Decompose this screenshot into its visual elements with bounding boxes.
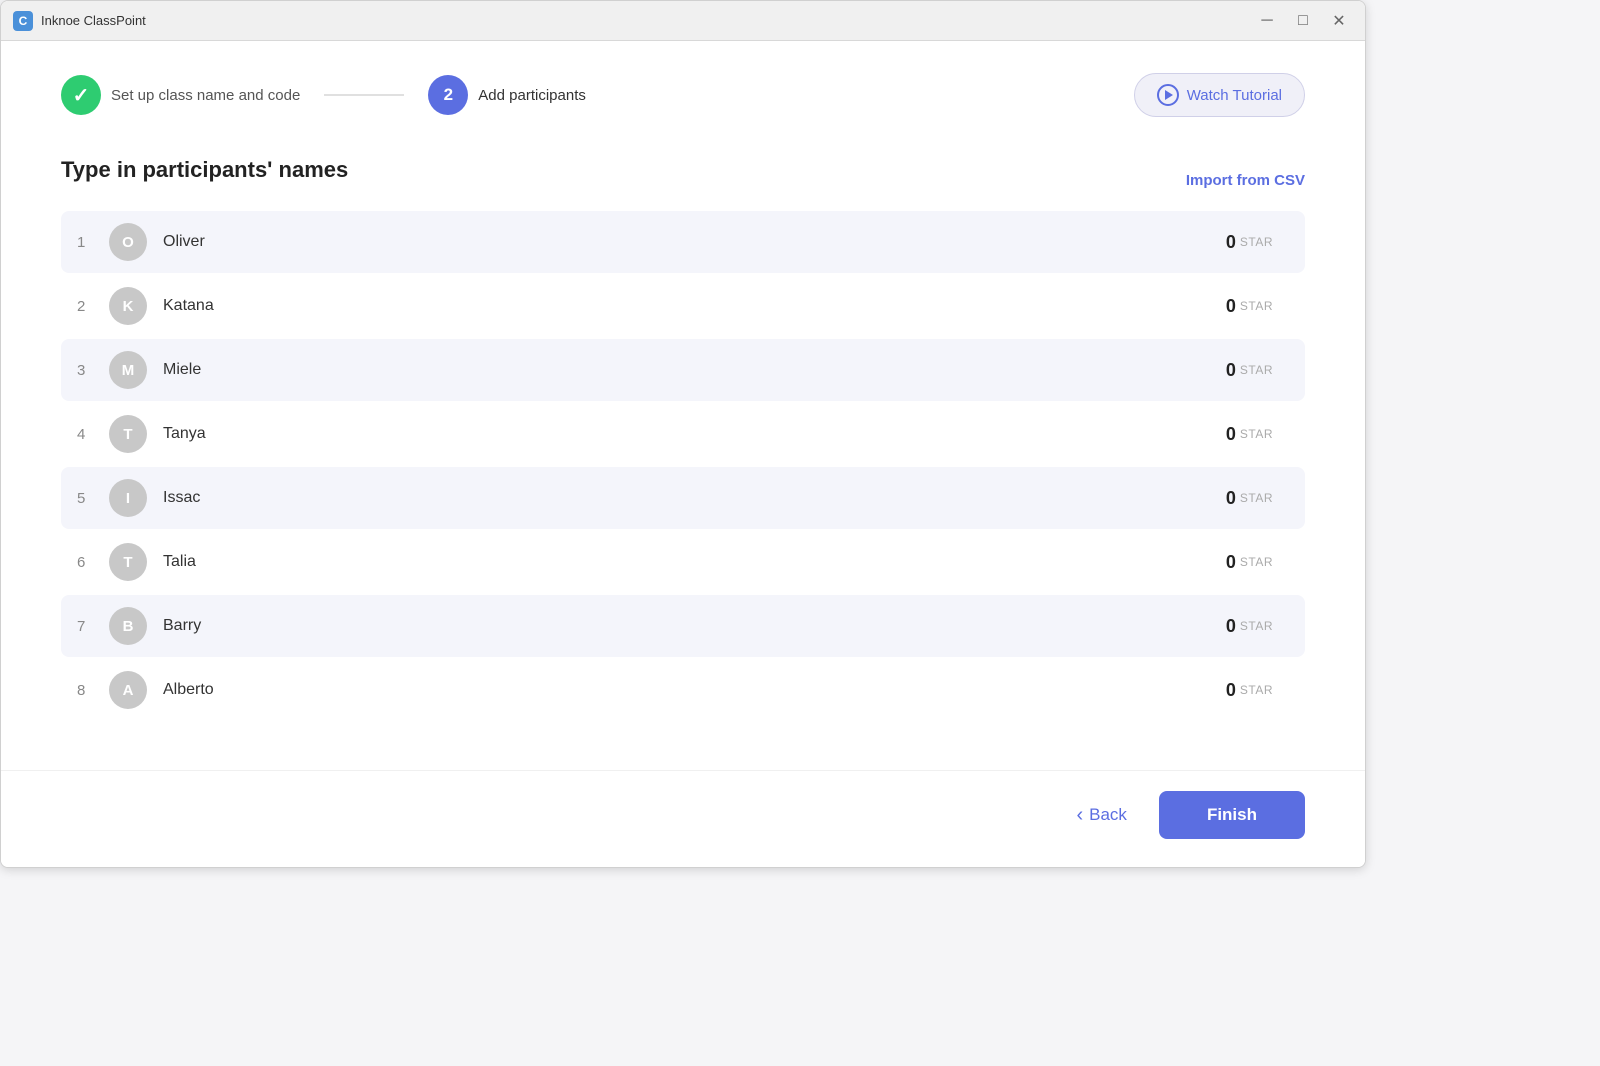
- step1-checkmark: ✓: [73, 83, 90, 108]
- star-count: 0 STAR: [1226, 680, 1273, 701]
- participant-name: Katana: [163, 297, 1226, 315]
- close-button[interactable]: ✕: [1325, 7, 1353, 35]
- star-number: 0: [1226, 488, 1236, 509]
- participant-name: Alberto: [163, 681, 1226, 699]
- participant-row: 5 I Issac 0 STAR: [61, 467, 1305, 529]
- back-button[interactable]: ‹ Back: [1060, 794, 1142, 837]
- participant-name: Oliver: [163, 233, 1226, 251]
- section-header: Type in participants' names Import from …: [61, 157, 1305, 203]
- minimize-button[interactable]: ─: [1253, 7, 1281, 35]
- participant-row: 1 O Oliver 0 STAR: [61, 211, 1305, 273]
- star-label: STAR: [1240, 555, 1273, 569]
- star-number: 0: [1226, 616, 1236, 637]
- steps-row: ✓ Set up class name and code 2 Add parti…: [61, 75, 586, 115]
- window-title: Inknoe ClassPoint: [41, 13, 146, 28]
- step1-label: Set up class name and code: [111, 87, 300, 104]
- star-label: STAR: [1240, 683, 1273, 697]
- star-label: STAR: [1240, 363, 1273, 377]
- participant-row: 4 T Tanya 0 STAR: [61, 403, 1305, 465]
- star-count: 0 STAR: [1226, 232, 1273, 253]
- avatar: M: [109, 351, 147, 389]
- star-label: STAR: [1240, 491, 1273, 505]
- star-label: STAR: [1240, 619, 1273, 633]
- star-count: 0 STAR: [1226, 616, 1273, 637]
- watch-tutorial-button[interactable]: Watch Tutorial: [1134, 73, 1305, 117]
- participant-name: Issac: [163, 489, 1226, 507]
- star-number: 0: [1226, 424, 1236, 445]
- avatar: A: [109, 671, 147, 709]
- window-controls: ─ □ ✕: [1253, 7, 1353, 35]
- participant-name: Barry: [163, 617, 1226, 635]
- step1-circle: ✓: [61, 75, 101, 115]
- row-number: 1: [77, 234, 109, 251]
- star-count: 0 STAR: [1226, 296, 1273, 317]
- participants-container[interactable]: 1 O Oliver 0 STAR 2 K Katana 0 STAR 3 M …: [61, 211, 1305, 738]
- header-row: ✓ Set up class name and code 2 Add parti…: [61, 73, 1305, 117]
- step2-number: 2: [444, 85, 453, 105]
- participant-row: 7 B Barry 0 STAR: [61, 595, 1305, 657]
- star-number: 0: [1226, 296, 1236, 317]
- footer: ‹ Back Finish: [1, 770, 1365, 867]
- star-count: 0 STAR: [1226, 424, 1273, 445]
- row-number: 6: [77, 554, 109, 571]
- back-label: Back: [1089, 805, 1127, 825]
- step2-item: 2 Add participants: [428, 75, 586, 115]
- main-content: ✓ Set up class name and code 2 Add parti…: [1, 41, 1365, 770]
- star-label: STAR: [1240, 427, 1273, 441]
- step2-label: Add participants: [478, 87, 586, 104]
- star-number: 0: [1226, 232, 1236, 253]
- participant-row: 2 K Katana 0 STAR: [61, 275, 1305, 337]
- section-title: Type in participants' names: [61, 157, 348, 183]
- row-number: 4: [77, 426, 109, 443]
- star-number: 0: [1226, 680, 1236, 701]
- avatar: T: [109, 415, 147, 453]
- import-csv-link[interactable]: Import from CSV: [1186, 172, 1305, 189]
- participant-name: Talia: [163, 553, 1226, 571]
- star-count: 0 STAR: [1226, 488, 1273, 509]
- participant-name: Miele: [163, 361, 1226, 379]
- step-divider: [324, 94, 404, 96]
- maximize-button[interactable]: □: [1289, 7, 1317, 35]
- back-chevron-icon: ‹: [1076, 804, 1083, 827]
- star-number: 0: [1226, 552, 1236, 573]
- avatar: B: [109, 607, 147, 645]
- title-bar-left: C Inknoe ClassPoint: [13, 11, 146, 31]
- avatar: T: [109, 543, 147, 581]
- participant-row: 3 M Miele 0 STAR: [61, 339, 1305, 401]
- finish-button[interactable]: Finish: [1159, 791, 1305, 839]
- star-count: 0 STAR: [1226, 360, 1273, 381]
- participant-name: Tanya: [163, 425, 1226, 443]
- participant-row: 8 A Alberto 0 STAR: [61, 659, 1305, 721]
- row-number: 5: [77, 490, 109, 507]
- star-count: 0 STAR: [1226, 552, 1273, 573]
- star-label: STAR: [1240, 299, 1273, 313]
- app-icon: C: [13, 11, 33, 31]
- star-number: 0: [1226, 360, 1236, 381]
- avatar: O: [109, 223, 147, 261]
- row-number: 8: [77, 682, 109, 699]
- main-window: C Inknoe ClassPoint ─ □ ✕ ✓ Set up class…: [0, 0, 1366, 868]
- play-icon: [1157, 84, 1179, 106]
- play-triangle: [1165, 90, 1173, 100]
- row-number: 2: [77, 298, 109, 315]
- participant-row: 6 T Talia 0 STAR: [61, 531, 1305, 593]
- star-label: STAR: [1240, 235, 1273, 249]
- row-number: 7: [77, 618, 109, 635]
- avatar: K: [109, 287, 147, 325]
- row-number: 3: [77, 362, 109, 379]
- watch-tutorial-label: Watch Tutorial: [1187, 87, 1282, 104]
- title-bar: C Inknoe ClassPoint ─ □ ✕: [1, 1, 1365, 41]
- avatar: I: [109, 479, 147, 517]
- step2-circle: 2: [428, 75, 468, 115]
- step1-item: ✓ Set up class name and code: [61, 75, 300, 115]
